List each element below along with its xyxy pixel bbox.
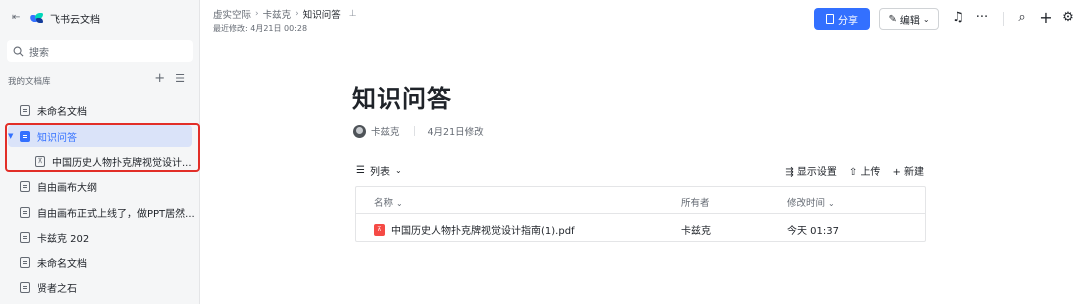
more-icon[interactable]: ···	[974, 10, 990, 26]
share-icon	[826, 14, 834, 24]
column-header-label: 修改时间	[787, 198, 826, 209]
chevron-right-icon: ›	[295, 9, 299, 19]
document-icon	[20, 231, 30, 243]
settings-icon: ⇶	[785, 167, 797, 178]
chevron-down-icon: ⌄	[828, 199, 835, 208]
author-name[interactable]: 卡兹克	[371, 124, 400, 138]
document-icon	[20, 206, 30, 218]
edit-label: 编辑	[899, 15, 920, 27]
sidebar-item-canvas-outline[interactable]: 自由画布大纲	[8, 175, 192, 197]
gear-icon[interactable]: ⚙	[1060, 10, 1076, 26]
view-label: 列表	[369, 167, 390, 178]
sidebar-item-label: 未命名文档	[37, 258, 87, 270]
file-name[interactable]: 中国历史人物扑克牌视觉设计指南(1).pdf	[391, 222, 575, 237]
chevron-down-icon: ⌄	[922, 14, 930, 24]
document-icon	[20, 256, 30, 268]
column-header-modified[interactable]: 修改时间 ⌄	[787, 195, 835, 209]
search-icon[interactable]: ⌕	[1014, 10, 1030, 26]
document-icon	[20, 104, 30, 116]
sidebar-item-canvas-launch[interactable]: 自由画布正式上线了，做PPT居然...	[8, 201, 195, 223]
table-row[interactable]: ⊼ 中国历史人物扑克牌视觉设计指南(1).pdf	[374, 222, 575, 237]
column-header-owner: 所有者	[681, 198, 710, 209]
sidebar-item-label: 卡兹克 202	[37, 233, 90, 245]
pin-icon[interactable]: ⊥	[349, 9, 357, 19]
new-label: 新建	[904, 167, 924, 178]
file-table: 名称 ⌄ 所有者 修改时间 ⌄ ⊼ 中国历史人物扑克牌视觉设计指南(1).pdf…	[355, 186, 926, 242]
breadcrumb-item[interactable]: 虚实空际	[213, 7, 251, 21]
doc-modified: 4月21日修改	[427, 127, 484, 138]
pdf-file-icon: ⊼	[374, 223, 385, 236]
sidebar-item-kazike-202[interactable]: 卡兹克 202	[8, 226, 192, 248]
search-placeholder: 搜索	[29, 47, 49, 59]
list-icon: ☰	[356, 165, 365, 176]
feishu-logo-icon	[29, 12, 44, 24]
document-icon	[20, 180, 30, 192]
divider	[1003, 12, 1004, 26]
document-icon	[20, 281, 30, 293]
share-button[interactable]: 分享	[814, 8, 870, 30]
divider	[413, 126, 415, 136]
share-label: 分享	[838, 15, 858, 27]
display-settings-label: 显示设置	[796, 167, 837, 178]
sidebar-item-label: 贤者之石	[37, 283, 77, 295]
list-view-icon[interactable]: ☰	[175, 72, 185, 86]
chevron-right-icon: ›	[255, 9, 259, 19]
breadcrumb-current[interactable]: 知识问答	[303, 7, 341, 21]
upload-icon: ⇧	[848, 167, 861, 178]
library-label: 我的文档库	[8, 77, 51, 87]
sidebar-item-untitled-doc-2[interactable]: 未命名文档	[8, 251, 192, 273]
view-switch[interactable]: ☰ 列表 ⌄	[356, 163, 402, 178]
file-owner: 卡兹克	[681, 226, 711, 237]
collapse-sidebar-icon[interactable]: ⇤	[12, 12, 24, 24]
page-title: 知识问答	[352, 85, 452, 113]
add-icon[interactable]: +	[1038, 10, 1054, 26]
column-header-label: 名称	[374, 198, 394, 209]
chevron-down-icon: ⌄	[394, 166, 402, 175]
last-modified: 最近修改: 4月21日 00:28	[213, 24, 308, 33]
sidebar-item-label: 自由画布正式上线了，做PPT居然...	[37, 208, 195, 220]
new-button[interactable]: + 新建	[892, 163, 924, 178]
highlight-box	[5, 123, 200, 172]
divider	[356, 213, 925, 214]
sidebar-header: ⇤ 飞书云文档	[12, 10, 100, 26]
upload-button[interactable]: ⇧ 上传	[849, 163, 881, 178]
edit-button[interactable]: ✎ 编辑 ⌄	[879, 8, 939, 30]
sidebar-item-label: 未命名文档	[37, 106, 87, 118]
search-input[interactable]: 搜索	[7, 40, 193, 62]
file-modified: 今天 01:37	[787, 226, 839, 237]
breadcrumb-item[interactable]: 卡兹克	[263, 7, 292, 21]
sidebar-item-philosopher-stone[interactable]: 贤者之石	[8, 276, 192, 298]
pencil-icon: ✎	[888, 13, 897, 25]
sidebar-item-label: 自由画布大纲	[37, 182, 97, 194]
app-title: 飞书云文档	[50, 14, 100, 26]
chevron-down-icon: ⌄	[396, 199, 403, 208]
bell-icon[interactable]: ♫	[950, 10, 966, 26]
breadcrumb: 虚实空际 › 卡兹克 › 知识问答 ⊥	[213, 7, 357, 21]
upload-label: 上传	[860, 167, 881, 178]
toolbar-actions: ⇶ 显示设置 ⇧ 上传 + 新建	[785, 163, 924, 178]
search-icon	[13, 46, 24, 56]
display-settings-button[interactable]: ⇶ 显示设置	[785, 163, 837, 178]
add-icon[interactable]: +	[154, 72, 165, 86]
plus-icon: +	[892, 167, 904, 178]
avatar[interactable]	[353, 124, 366, 138]
doc-meta: 卡兹克 4月21日修改	[353, 124, 484, 138]
sidebar-item-untitled-doc[interactable]: 未命名文档	[8, 99, 192, 121]
library-actions: + ☰	[154, 72, 185, 86]
sidebar: ⇤ 飞书云文档 搜索 我的文档库 + ☰ 未命名文档 ▼ 知识问答 ⊼ 中国历史…	[0, 0, 200, 304]
column-header-name[interactable]: 名称 ⌄	[374, 195, 403, 209]
